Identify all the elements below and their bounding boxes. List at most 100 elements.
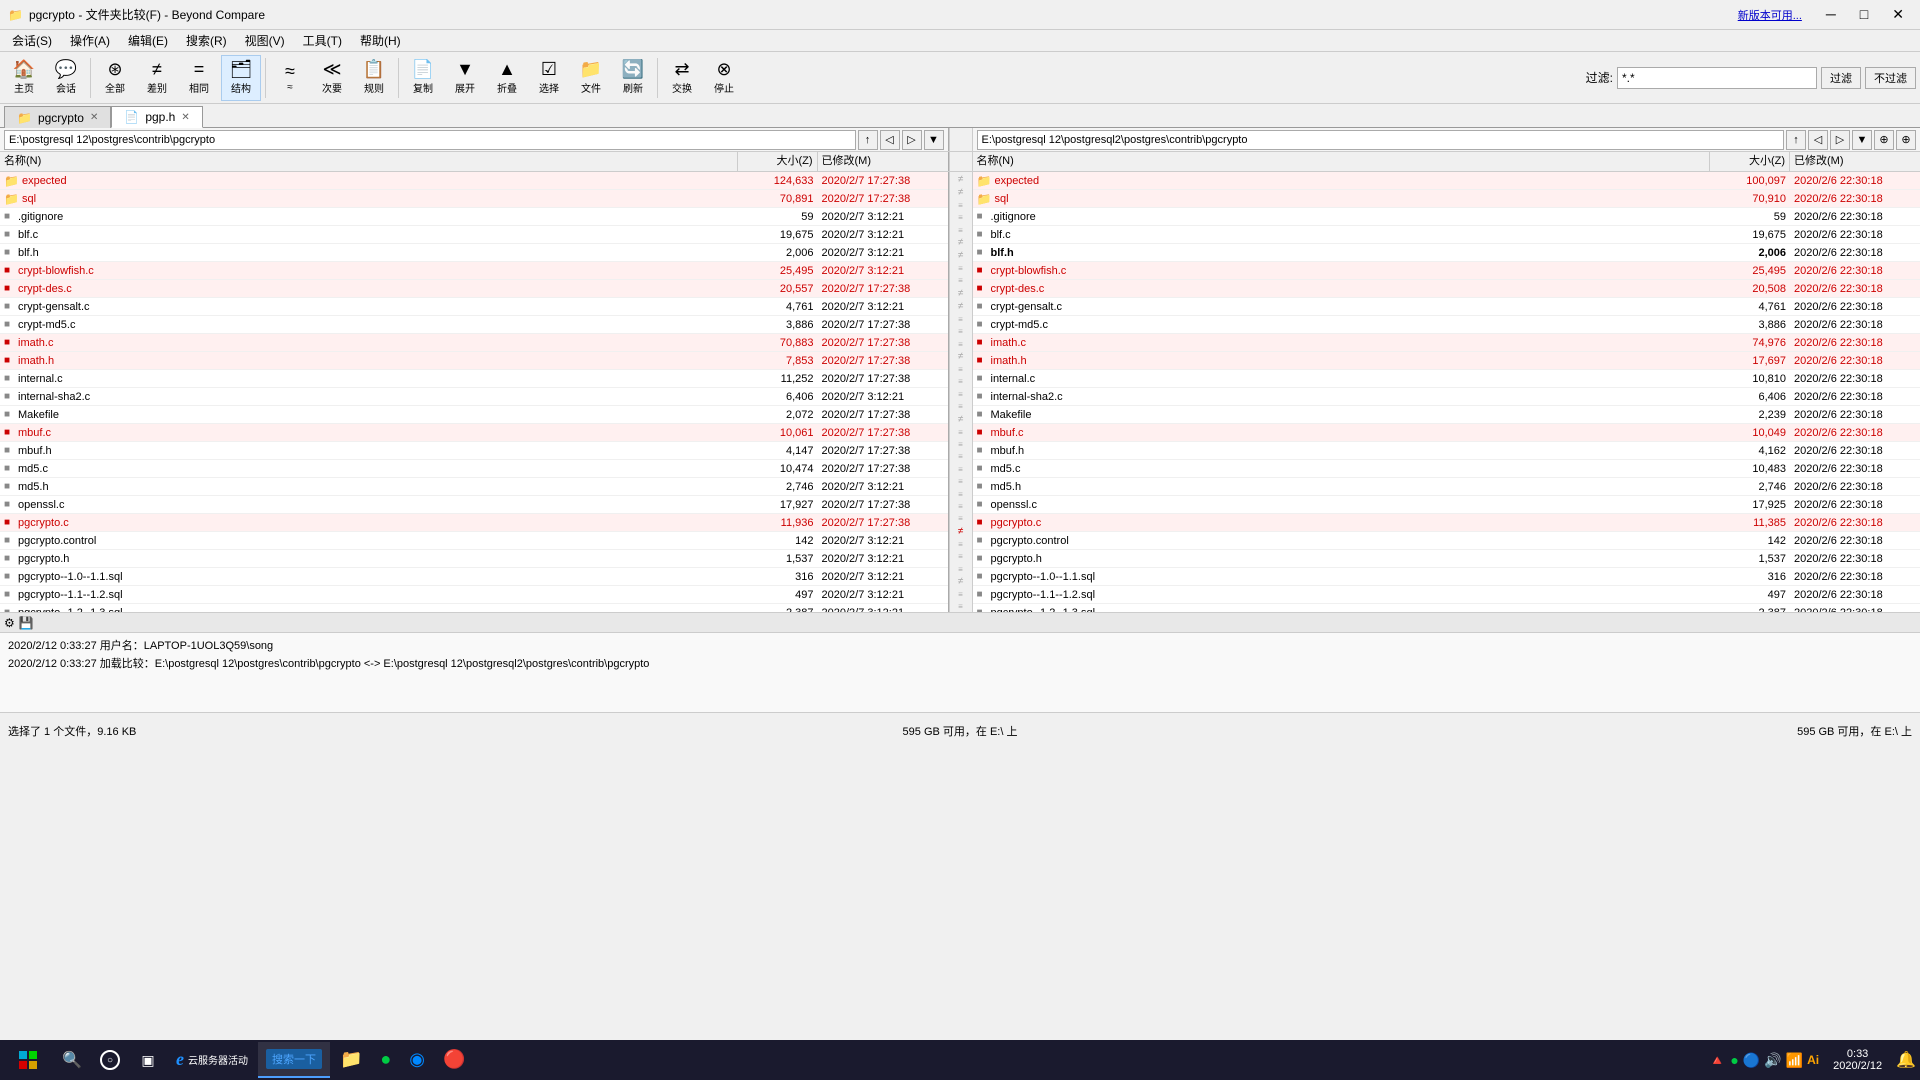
menu-view[interactable]: 视图(V): [237, 30, 293, 51]
toolbar-select[interactable]: ☑ 选择: [529, 55, 569, 101]
list-item[interactable]: ■.gitignore 59 2020/2/7 3:12:21: [0, 208, 948, 226]
toolbar-diff[interactable]: ≠ 差别: [137, 55, 177, 101]
tab-pgcrypto-close[interactable]: ✕: [90, 112, 98, 123]
tray-icon-3[interactable]: 🔵: [1743, 1052, 1760, 1069]
tab-pgph[interactable]: 📄 pgp.h ✕: [111, 106, 202, 128]
toolbar-stop[interactable]: ⊗ 停止: [704, 55, 744, 101]
right-col-name[interactable]: 名称(N): [973, 152, 1711, 171]
list-item[interactable]: ■md5.c 10,483 2020/2/6 22:30:18: [973, 460, 1920, 478]
list-item[interactable]: ■md5.c 10,474 2020/2/7 17:27:38: [0, 460, 948, 478]
toolbar-expand[interactable]: ▼ 展开: [445, 55, 485, 101]
list-item[interactable]: ■pgcrypto--1.2--1.3.sql 2,387 2020/2/7 3…: [0, 604, 948, 612]
tray-ai-text[interactable]: Ai: [1807, 1053, 1819, 1067]
list-item[interactable]: ■Makefile 2,239 2020/2/6 22:30:18: [973, 406, 1920, 424]
list-item[interactable]: ■internal-sha2.c 6,406 2020/2/7 3:12:21: [0, 388, 948, 406]
menu-edit[interactable]: 编辑(E): [120, 30, 176, 51]
no-filter-button[interactable]: 不过滤: [1865, 67, 1916, 89]
list-item[interactable]: ■pgcrypto--1.1--1.2.sql 497 2020/2/6 22:…: [973, 586, 1920, 604]
list-item[interactable]: ■crypt-blowfish.c 25,495 2020/2/6 22:30:…: [973, 262, 1920, 280]
list-item[interactable]: ■mbuf.h 4,162 2020/2/6 22:30:18: [973, 442, 1920, 460]
toolbar-home[interactable]: 🏠 主页: [4, 55, 44, 101]
right-path-up[interactable]: ↑: [1786, 130, 1806, 150]
list-item[interactable]: ■pgcrypto.h 1,537 2020/2/7 3:12:21: [0, 550, 948, 568]
tray-icon-1[interactable]: 🔺: [1709, 1052, 1726, 1069]
list-item[interactable]: ■pgcrypto.control 142 2020/2/7 3:12:21: [0, 532, 948, 550]
list-item[interactable]: ■crypt-des.c 20,508 2020/2/6 22:30:18: [973, 280, 1920, 298]
list-item[interactable]: ■blf.h 2,006 2020/2/7 3:12:21: [0, 244, 948, 262]
list-item[interactable]: ■imath.h 7,853 2020/2/7 17:27:38: [0, 352, 948, 370]
menu-help[interactable]: 帮助(H): [352, 30, 409, 51]
tray-icon-2[interactable]: ●: [1730, 1052, 1738, 1068]
tab-pgcrypto[interactable]: 📁 pgcrypto ✕: [4, 106, 111, 128]
list-item[interactable]: ■pgcrypto--1.0--1.1.sql 316 2020/2/6 22:…: [973, 568, 1920, 586]
list-item[interactable]: ■.gitignore 59 2020/2/6 22:30:18: [973, 208, 1920, 226]
list-item[interactable]: ■pgcrypto--1.1--1.2.sql 497 2020/2/7 3:1…: [0, 586, 948, 604]
notification-icon[interactable]: 🔔: [1896, 1050, 1916, 1070]
taskbar-app-red[interactable]: 🔴: [435, 1042, 473, 1078]
list-item[interactable]: 📁sql 70,910 2020/2/6 22:30:18: [973, 190, 1920, 208]
list-item[interactable]: ■crypt-md5.c 3,886 2020/2/6 22:30:18: [973, 316, 1920, 334]
toolbar-file[interactable]: 📁 文件: [571, 55, 611, 101]
right-path-extra1[interactable]: ⊕: [1874, 130, 1894, 150]
taskbar-app-ie[interactable]: e 云服务器活动: [168, 1042, 256, 1078]
list-item[interactable]: ■crypt-gensalt.c 4,761 2020/2/6 22:30:18: [973, 298, 1920, 316]
list-item[interactable]: ■pgcrypto--1.2--1.3.sql 2,387 2020/2/6 2…: [973, 604, 1920, 612]
list-item[interactable]: 📁expected 124,633 2020/2/7 17:27:38: [0, 172, 948, 190]
list-item[interactable]: ■internal.c 11,252 2020/2/7 17:27:38: [0, 370, 948, 388]
right-path-browse[interactable]: ▼: [1852, 130, 1872, 150]
taskbar-taskview[interactable]: ▣: [130, 1042, 166, 1078]
list-item[interactable]: ■pgcrypto.h 1,537 2020/2/6 22:30:18: [973, 550, 1920, 568]
list-item[interactable]: ■blf.h 2,006 2020/2/6 22:30:18: [973, 244, 1920, 262]
list-item[interactable]: ■imath.c 74,976 2020/2/6 22:30:18: [973, 334, 1920, 352]
toolbar-rules[interactable]: 📋 规则: [354, 55, 394, 101]
list-item[interactable]: 📁sql 70,891 2020/2/7 17:27:38: [0, 190, 948, 208]
toolbar-swap[interactable]: ⇄ 交换: [662, 55, 702, 101]
tab-pgph-close[interactable]: ✕: [181, 112, 189, 123]
tray-icon-5[interactable]: 📶: [1786, 1052, 1803, 1069]
list-item[interactable]: ■mbuf.c 10,061 2020/2/7 17:27:38: [0, 424, 948, 442]
list-item[interactable]: ■pgcrypto.c 11,936 2020/2/7 17:27:38: [0, 514, 948, 532]
toolbar-approx[interactable]: ≈ ≈: [270, 55, 310, 101]
taskbar-app-search[interactable]: 搜索一下: [258, 1042, 330, 1078]
list-item[interactable]: ■blf.c 19,675 2020/2/6 22:30:18: [973, 226, 1920, 244]
right-col-modified[interactable]: 已修改(M): [1790, 152, 1920, 171]
left-path-back[interactable]: ◁: [880, 130, 900, 150]
left-col-modified[interactable]: 已修改(M): [818, 152, 948, 171]
list-item[interactable]: ■md5.h 2,746 2020/2/7 3:12:21: [0, 478, 948, 496]
list-item[interactable]: ■crypt-gensalt.c 4,761 2020/2/7 3:12:21: [0, 298, 948, 316]
start-button[interactable]: [4, 1042, 52, 1078]
filter-button[interactable]: 过滤: [1821, 67, 1861, 89]
toolbar-same[interactable]: = 相同: [179, 55, 219, 101]
taskbar-app-explorer[interactable]: 📁: [332, 1042, 370, 1078]
list-item[interactable]: ■pgcrypto.control 142 2020/2/6 22:30:18: [973, 532, 1920, 550]
right-col-size[interactable]: 大小(Z): [1710, 152, 1790, 171]
list-item[interactable]: ■imath.h 17,697 2020/2/6 22:30:18: [973, 352, 1920, 370]
right-path-forward[interactable]: ▷: [1830, 130, 1850, 150]
new-version-link[interactable]: 新版本可用...: [1738, 7, 1802, 23]
list-item[interactable]: ■openssl.c 17,925 2020/2/6 22:30:18: [973, 496, 1920, 514]
list-item[interactable]: ■pgcrypto.c 11,385 2020/2/6 22:30:18: [973, 514, 1920, 532]
toolbar-session[interactable]: 💬 会话: [46, 55, 86, 101]
menu-search[interactable]: 搜索(R): [178, 30, 235, 51]
toolbar-copy[interactable]: 📄 复制: [403, 55, 443, 101]
log-settings-icon[interactable]: ⚙: [4, 616, 15, 630]
list-item[interactable]: ■mbuf.c 10,049 2020/2/6 22:30:18: [973, 424, 1920, 442]
list-item[interactable]: ■mbuf.h 4,147 2020/2/7 17:27:38: [0, 442, 948, 460]
left-path-browse[interactable]: ▼: [924, 130, 944, 150]
right-path-extra2[interactable]: ⊕: [1896, 130, 1916, 150]
taskbar-cortana[interactable]: ○: [92, 1042, 128, 1078]
filter-input[interactable]: [1617, 67, 1817, 89]
taskbar-search[interactable]: 🔍: [54, 1042, 90, 1078]
list-item[interactable]: ■crypt-md5.c 3,886 2020/2/7 17:27:38: [0, 316, 948, 334]
right-path-back[interactable]: ◁: [1808, 130, 1828, 150]
toolbar-collapse[interactable]: ▲ 折叠: [487, 55, 527, 101]
toolbar-structure[interactable]: 🗂 结构: [221, 55, 261, 101]
list-item[interactable]: ■internal-sha2.c 6,406 2020/2/6 22:30:18: [973, 388, 1920, 406]
left-path-up[interactable]: ↑: [858, 130, 878, 150]
toolbar-refresh[interactable]: 🔄 刷新: [613, 55, 653, 101]
list-item[interactable]: ■blf.c 19,675 2020/2/7 3:12:21: [0, 226, 948, 244]
right-path-input[interactable]: [977, 130, 1785, 150]
list-item[interactable]: ■imath.c 70,883 2020/2/7 17:27:38: [0, 334, 948, 352]
left-path-forward[interactable]: ▷: [902, 130, 922, 150]
taskbar-app-green[interactable]: ●: [372, 1042, 399, 1078]
